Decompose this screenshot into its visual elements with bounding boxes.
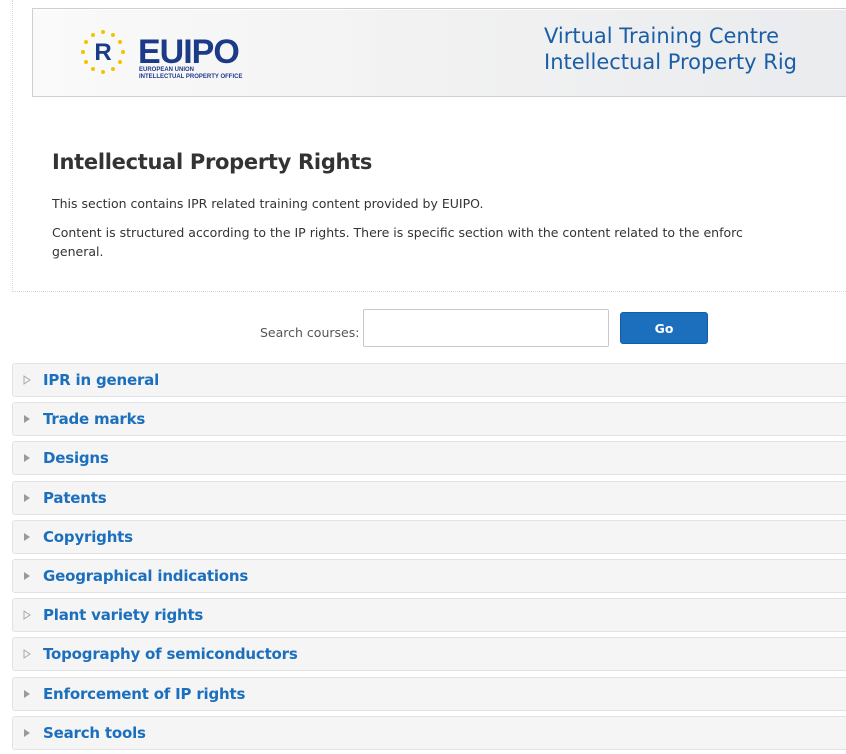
category-link[interactable]: Copyrights (43, 528, 133, 546)
category-list: IPR in general Trade marks Designs Patents C… (12, 363, 846, 754)
expand-triangle-filled-icon (23, 727, 37, 739)
intro-paragraph-2-line-2: general. (52, 244, 104, 259)
search-label: Search courses: (260, 324, 360, 340)
logo-subtitle: EUROPEAN UNION INTELLECTUAL PROPERTY OFF… (139, 67, 243, 80)
category-item[interactable]: Patents (12, 480, 846, 515)
category-link[interactable]: Geographical indications (43, 567, 248, 585)
expand-triangle-filled-icon (23, 413, 37, 425)
euipo-logo[interactable]: R EUIPO EUROPEAN UNION INTELLECTUAL PROP… (78, 27, 298, 83)
category-link[interactable]: Trade marks (43, 410, 145, 428)
expand-triangle-outline-icon (23, 374, 37, 386)
category-link[interactable]: Patents (43, 489, 107, 507)
category-item[interactable]: Geographical indications (12, 558, 846, 593)
course-search-form: Search courses: Go (260, 309, 708, 347)
category-item[interactable]: Topography of semiconductors (12, 637, 846, 672)
expand-triangle-outline-icon (23, 609, 37, 621)
category-link[interactable]: Plant variety rights (43, 606, 203, 624)
expand-triangle-filled-icon (23, 688, 37, 700)
category-link[interactable]: Designs (43, 449, 109, 467)
category-link[interactable]: Enforcement of IP rights (43, 685, 245, 703)
category-link[interactable]: IPR in general (43, 371, 159, 389)
banner-title: Virtual Training Centre Intellectual Pro… (544, 23, 844, 75)
category-item[interactable]: Copyrights (12, 519, 846, 554)
go-button[interactable]: Go (620, 312, 708, 344)
expand-triangle-filled-icon (23, 570, 37, 582)
category-link[interactable]: Topography of semiconductors (43, 645, 298, 663)
eu-stars-logo-icon: R (81, 30, 125, 74)
site-banner: R EUIPO EUROPEAN UNION INTELLECTUAL PROP… (32, 8, 846, 97)
category-item[interactable]: IPR in general (12, 363, 846, 397)
page-title: Intellectual Property Rights (52, 150, 373, 174)
category-item[interactable]: Designs (12, 441, 846, 476)
expand-triangle-outline-icon (23, 648, 37, 660)
category-item[interactable]: Search tools (12, 715, 846, 750)
svg-text:R: R (94, 39, 111, 66)
expand-triangle-filled-icon (23, 531, 37, 543)
category-item[interactable]: Enforcement of IP rights (12, 676, 846, 711)
banner-title-line-1: Virtual Training Centre (544, 24, 780, 48)
category-item[interactable]: Plant variety rights (12, 598, 846, 633)
intro-section: Intellectual Property Rights This sectio… (52, 150, 846, 261)
expand-triangle-filled-icon (23, 492, 37, 504)
intro-paragraph-1: This section contains IPR related traini… (52, 196, 484, 211)
category-link[interactable]: Search tools (43, 724, 146, 742)
intro-paragraph-2: Content is structured according to the I… (52, 223, 846, 261)
expand-triangle-filled-icon (23, 452, 37, 464)
category-item[interactable]: Trade marks (12, 402, 846, 437)
intro-paragraph-2-line-1: Content is structured according to the I… (52, 225, 743, 240)
search-input[interactable] (363, 309, 610, 347)
banner-title-line-2: Intellectual Property Rig (544, 50, 798, 74)
logo-wordmark: EUIPO (138, 33, 240, 71)
